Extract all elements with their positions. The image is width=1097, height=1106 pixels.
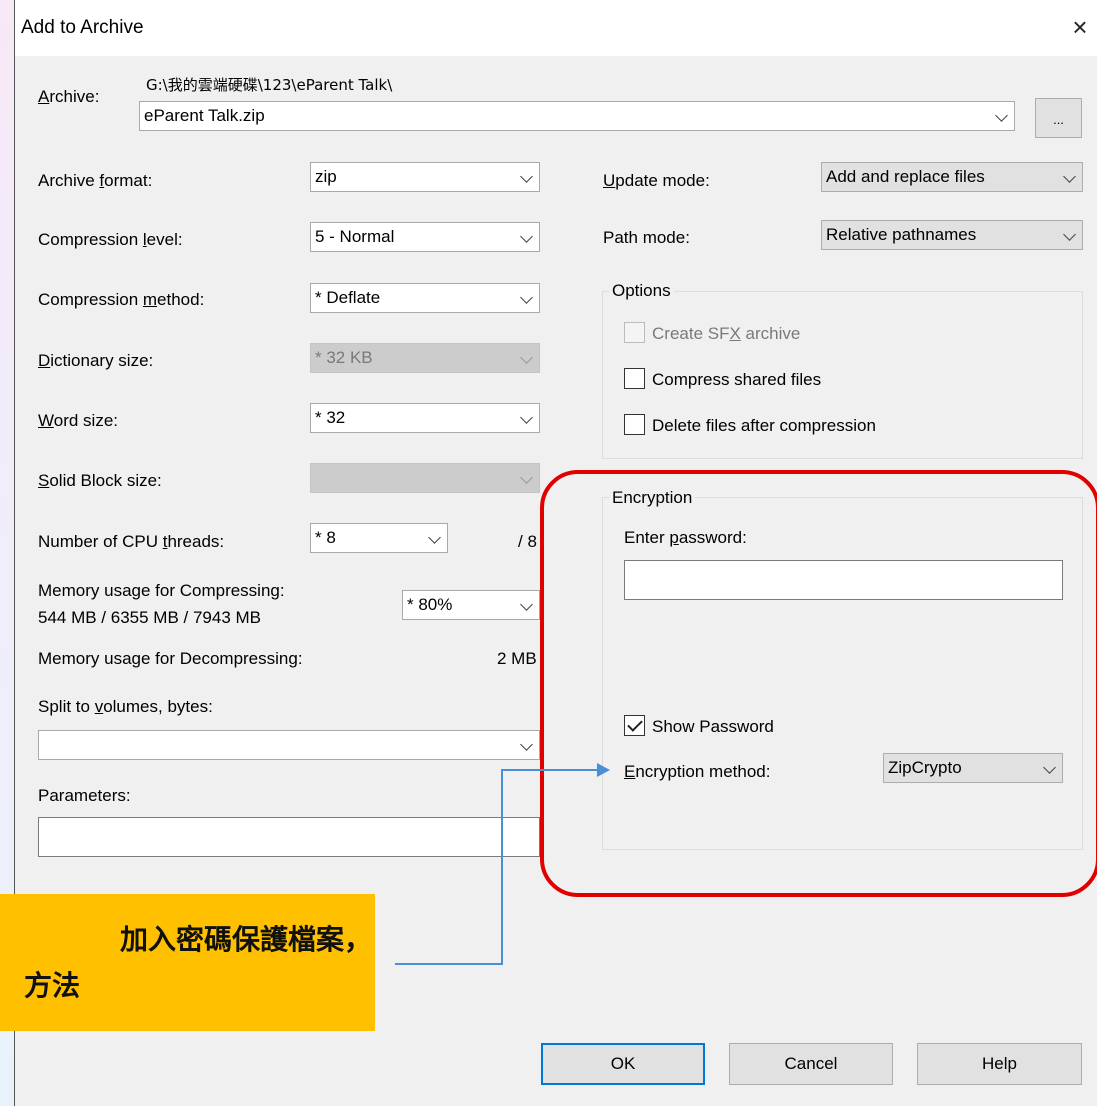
arrow-line — [395, 769, 598, 965]
callout-line-1: 加入密碼保護檔案， — [119, 923, 372, 956]
callout-line-2: 方法 — [23, 969, 80, 1002]
callout-note: 加入密碼保護檔案， 方法 — [0, 894, 375, 1031]
arrow-head-icon — [597, 763, 610, 777]
